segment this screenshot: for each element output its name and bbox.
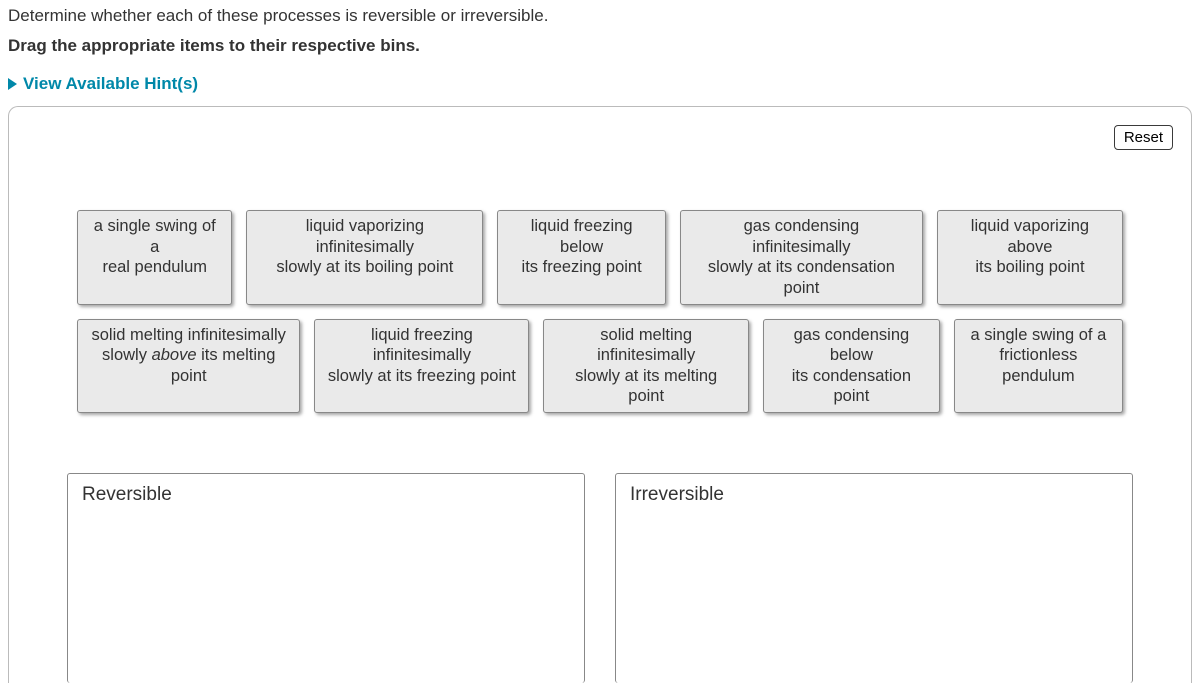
- draggable-item[interactable]: solid melting infinitesimallyslowly abov…: [77, 319, 300, 414]
- instruction-text: Drag the appropriate items to their resp…: [8, 36, 1192, 56]
- triangle-right-icon: [8, 78, 17, 90]
- draggable-item[interactable]: liquid vaporizing infinitesimallyslowly …: [246, 210, 483, 305]
- activity-container: Reset a single swing of areal pendulum l…: [8, 106, 1192, 683]
- bin-reversible[interactable]: Reversible: [67, 473, 585, 683]
- bin-irreversible[interactable]: Irreversible: [615, 473, 1133, 683]
- item-row-1: a single swing of areal pendulum liquid …: [77, 210, 1123, 305]
- bin-title: Irreversible: [630, 484, 1118, 506]
- draggable-item[interactable]: a single swing of africtionless pendulum: [954, 319, 1123, 414]
- bin-title: Reversible: [82, 484, 570, 506]
- draggable-item[interactable]: gas condensing belowits condensation poi…: [763, 319, 940, 414]
- draggable-item[interactable]: liquid freezing belowits freezing point: [497, 210, 666, 305]
- draggable-item[interactable]: liquid freezing infinitesimallyslowly at…: [314, 319, 529, 414]
- view-hints-label: View Available Hint(s): [23, 74, 198, 94]
- question-text: Determine whether each of these processe…: [8, 6, 1192, 26]
- draggable-item[interactable]: gas condensing infinitesimallyslowly at …: [680, 210, 923, 305]
- draggable-item[interactable]: liquid vaporizing aboveits boiling point: [937, 210, 1123, 305]
- draggable-item[interactable]: solid melting infinitesimallyslowly at i…: [543, 319, 749, 414]
- bins-row: Reversible Irreversible: [27, 473, 1173, 683]
- draggable-item[interactable]: a single swing of areal pendulum: [77, 210, 232, 305]
- view-hints-toggle[interactable]: View Available Hint(s): [8, 74, 198, 94]
- draggable-items-area: a single swing of areal pendulum liquid …: [77, 210, 1123, 413]
- item-row-2: solid melting infinitesimallyslowly abov…: [77, 319, 1123, 414]
- reset-button[interactable]: Reset: [1114, 125, 1173, 150]
